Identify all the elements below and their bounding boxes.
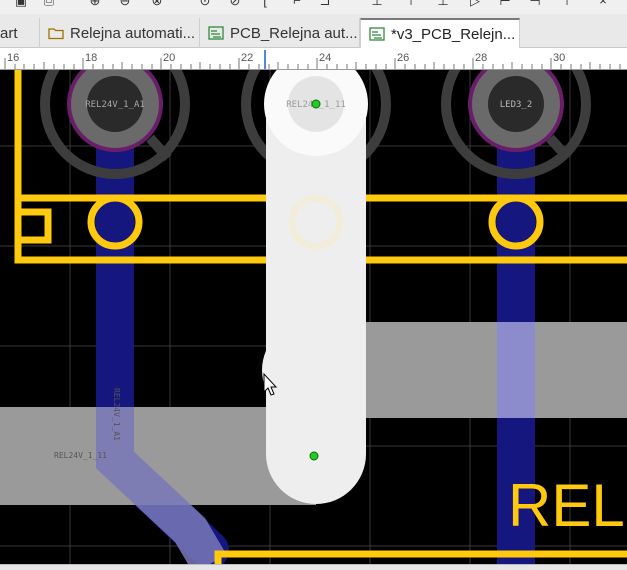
ruler-label: 30 [553, 52, 565, 64]
toolbar-icon[interactable]: ⎙ [42, 0, 56, 8]
zoom-selection-icon[interactable]: ⊘ [228, 0, 242, 8]
toolbar-icon[interactable]: ⊤ [560, 0, 574, 8]
anchor-point[interactable] [311, 99, 321, 109]
pads [67, 70, 564, 156]
toolbar-icon[interactable]: ⊢ [498, 0, 512, 8]
tab-label: *v3_PCB_Relejn... [391, 25, 516, 43]
pad-label: LED3_2 [500, 100, 533, 110]
tab-pcb-1[interactable]: PCB_Relejna aut... [200, 18, 360, 48]
trace-label: REL24V_1_11 [54, 451, 107, 460]
anchor-point[interactable] [309, 451, 319, 461]
horizontal-ruler: 16 18 20 22 24 26 28 30 [0, 48, 627, 70]
folder-icon [48, 28, 64, 40]
play-icon[interactable]: ▷ [468, 0, 482, 8]
document-tab-bar: art Relejna automati... PCB_Relejna aut.… [0, 14, 627, 48]
zoom-out-icon[interactable]: ⊖ [118, 0, 132, 8]
toolbar-icon[interactable]: ⌐ [290, 0, 304, 8]
pad-drill [95, 202, 135, 242]
toolbar: ▣ ⎙ ⊕ ⊖ ⊗ ⊙ ⊘ [ ⌐ ⊐ ⊥ ⊤ ⊥ ▷ ⊢ ⊣ ⊤ × [0, 0, 627, 14]
toolbar-icon[interactable]: ▣ [14, 0, 28, 8]
trace-label: REL24V_1_A1 [112, 388, 121, 441]
pcb-drawing[interactable]: REL24V_1_A1 REL24V_1_11 LED3_2 REL24V_1_… [0, 70, 627, 564]
trace-overlap-right [497, 322, 535, 418]
route-icon[interactable]: ⊥ [370, 0, 384, 8]
pcb-canvas[interactable]: REL24V_1_A1 REL24V_1_11 LED3_2 REL24V_1_… [0, 70, 627, 564]
tab-pcb-active[interactable]: *v3_PCB_Relejn... [360, 18, 520, 48]
horizontal-scrollbar[interactable] [0, 564, 627, 570]
ruler-label: 28 [475, 52, 487, 64]
pcb-icon [208, 26, 224, 40]
tab-project-folder[interactable]: Relejna automati... [40, 18, 200, 48]
ruler-label: 18 [85, 52, 97, 64]
zoom-in-icon[interactable]: ⊕ [88, 0, 102, 8]
tab-label: PCB_Relejna aut... [230, 24, 358, 42]
pad-label: REL24V_1_A1 [85, 100, 145, 110]
bracket-icon[interactable]: [ [258, 0, 272, 8]
toolbar-icon[interactable]: ⊐ [318, 0, 332, 8]
silkscreen-text: REL [508, 472, 625, 539]
toolbar-icon[interactable]: ⊣ [528, 0, 542, 8]
ruler-label: 24 [319, 52, 331, 64]
tab-partial[interactable]: art [0, 18, 40, 48]
toolbar-icon[interactable]: ⊤ [404, 0, 418, 8]
ruler-label: 20 [163, 52, 175, 64]
tab-label: art [0, 24, 18, 42]
selected-segment-vertical[interactable] [266, 104, 366, 504]
ruler-ticks: 16 18 20 22 24 26 28 30 [4, 50, 621, 69]
toolbar-icon[interactable]: ⊥ [436, 0, 450, 8]
ruler-label: 26 [397, 52, 409, 64]
zoom-area-icon[interactable]: ⊙ [198, 0, 212, 8]
ruler-label: 22 [241, 52, 253, 64]
zoom-fit-icon[interactable]: ⊗ [150, 0, 164, 8]
pad-drill [496, 202, 536, 242]
tab-label: Relejna automati... [70, 24, 196, 42]
ruler-label: 16 [7, 52, 19, 64]
close-icon[interactable]: × [596, 0, 610, 8]
selected-segment-corner[interactable] [262, 322, 366, 418]
pcb-icon [369, 27, 385, 41]
selected-track[interactable] [262, 104, 366, 504]
